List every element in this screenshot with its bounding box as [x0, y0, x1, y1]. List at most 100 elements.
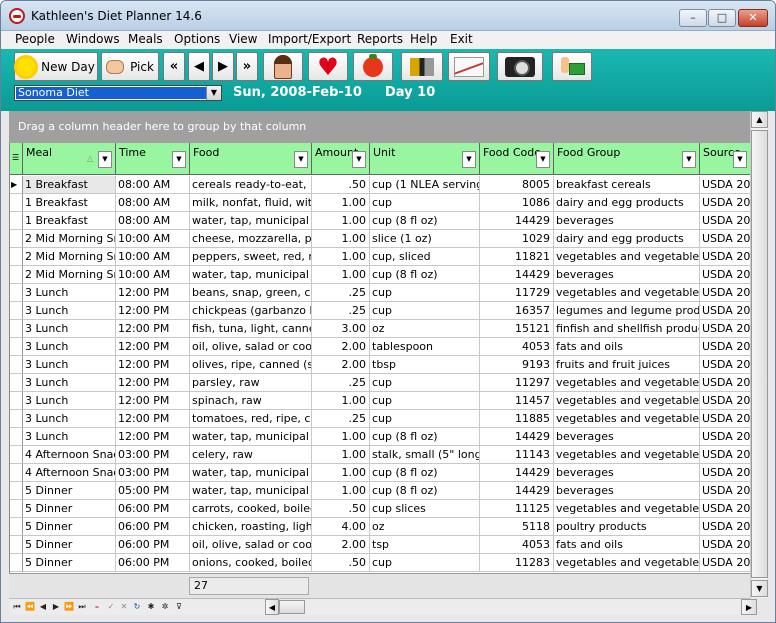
cell-amount[interactable]: 1.00	[312, 212, 370, 230]
cell-food-code[interactable]: 1029	[480, 230, 554, 248]
cell-food[interactable]: chicken, roasting, light m	[190, 518, 312, 536]
cell-time[interactable]: 03:00 PM	[116, 446, 190, 464]
table-row[interactable]: 3 Lunch 12:00 PM parsley, raw .25 cup 11297 ve…	[10, 374, 750, 392]
cell-food-group[interactable]: fruits and fruit juices	[554, 356, 700, 374]
cell-food[interactable]: milk, nonfat, fluid, with ac	[190, 194, 312, 212]
menu-options[interactable]: Options	[174, 32, 220, 46]
cell-food-code[interactable]: 4053	[480, 338, 554, 356]
cell-source[interactable]: USDA 20	[700, 446, 750, 464]
table-row[interactable]: ▶ 1 Breakfast 08:00 AM cereals ready-to-eat…	[10, 176, 750, 194]
table-row[interactable]: 3 Lunch12:00 PMolives, ripe, canned (sma…	[10, 356, 750, 374]
cell-time[interactable]: 12:00 PM	[116, 410, 190, 428]
cell-meal[interactable]: 3 Lunch	[23, 356, 116, 374]
cell-unit[interactable]: cup	[370, 410, 480, 428]
cell-source[interactable]: USDA 20	[700, 266, 750, 284]
cell-food[interactable]: carrots, cooked, boiled, d	[190, 500, 312, 518]
cell-source[interactable]: USDA 20	[700, 554, 750, 572]
cell-meal[interactable]: 5 Dinner	[23, 482, 116, 500]
cell-food-group[interactable]: beverages	[554, 428, 700, 446]
cell-meal[interactable]: 1 Breakfast	[23, 194, 116, 212]
row-indicator[interactable]	[10, 356, 23, 374]
table-row[interactable]: 1 Breakfast 08:00 AM water, tap, municipal…	[10, 212, 750, 230]
cell-food-code[interactable]: 11821	[480, 248, 554, 266]
cell-time[interactable]: 12:00 PM	[116, 392, 190, 410]
column-header-amount[interactable]: Amount ▼	[312, 143, 370, 175]
cell-unit[interactable]: tablespoon	[370, 338, 480, 356]
maximize-button[interactable]: □	[708, 9, 736, 27]
column-header-food-group[interactable]: Food Group ▼	[554, 143, 700, 175]
cell-time[interactable]: 08:00 AM	[116, 212, 190, 230]
cell-amount[interactable]: 1.00	[312, 464, 370, 482]
cell-food[interactable]: cheese, mozzarella, part	[190, 230, 312, 248]
row-indicator[interactable]	[10, 374, 23, 392]
cell-food[interactable]: peppers, sweet, red, raw	[190, 248, 312, 266]
cell-food-group[interactable]: beverages	[554, 212, 700, 230]
cell-source[interactable]: USDA 20	[700, 428, 750, 446]
cell-amount[interactable]: 4.00	[312, 518, 370, 536]
table-row[interactable]: 5 Dinner 06:00 PM oil, olive, salad or coo…	[10, 536, 750, 554]
first-day-button[interactable]: «	[163, 52, 185, 81]
cell-amount[interactable]: .50	[312, 176, 370, 194]
table-row[interactable]: 2 Mid Morning Sna10:00 AMpeppers, sweet,…	[10, 248, 750, 266]
cell-unit[interactable]: cup	[370, 554, 480, 572]
cell-source[interactable]: USDA 20	[700, 374, 750, 392]
cell-food-group[interactable]: vegetables and vegetable prc	[554, 446, 700, 464]
cell-amount[interactable]: .25	[312, 410, 370, 428]
cell-time[interactable]: 06:00 PM	[116, 518, 190, 536]
cell-meal[interactable]: 2 Mid Morning Sna	[23, 266, 116, 284]
scroll-right-icon[interactable]: ▶	[741, 599, 757, 615]
nav-confirm-icon[interactable]: ✓	[105, 600, 117, 614]
scroll-down-icon[interactable]: ▼	[751, 580, 768, 597]
cell-unit[interactable]: cup	[370, 284, 480, 302]
cell-time[interactable]: 05:00 PM	[116, 482, 190, 500]
cell-food[interactable]: oil, olive, salad or cookin	[190, 536, 312, 554]
cell-food-code[interactable]: 1086	[480, 194, 554, 212]
table-row[interactable]: 3 Lunch12:00 PMfish, tuna, light, canned…	[10, 320, 750, 338]
cell-unit[interactable]: tbsp	[370, 356, 480, 374]
cell-food[interactable]: olives, ripe, canned (sma	[190, 356, 312, 374]
cell-source[interactable]: USDA 20	[700, 212, 750, 230]
new-day-button[interactable]: New Day	[14, 52, 98, 81]
cell-amount[interactable]: .50	[312, 554, 370, 572]
cell-meal[interactable]: 3 Lunch	[23, 338, 116, 356]
cell-source[interactable]: USDA 20	[700, 248, 750, 266]
cell-food-group[interactable]: beverages	[554, 266, 700, 284]
cell-meal[interactable]: 3 Lunch	[23, 392, 116, 410]
cell-time[interactable]: 12:00 PM	[116, 284, 190, 302]
minimize-button[interactable]: –	[679, 9, 707, 27]
menu-meals[interactable]: Meals	[128, 32, 163, 46]
menu-view[interactable]: View	[229, 32, 257, 46]
filter-dropdown-icon[interactable]: ▼	[462, 151, 476, 168]
horizontal-scrollbar-thumb[interactable]	[279, 600, 305, 614]
filter-dropdown-icon[interactable]: ▼	[536, 151, 550, 168]
shopping-button[interactable]	[552, 52, 592, 81]
table-row[interactable]: 3 Lunch 12:00 PM spinach, raw 1.00 cup 11457 v…	[10, 392, 750, 410]
cell-food-code[interactable]: 11125	[480, 500, 554, 518]
table-row[interactable]: 5 Dinner 05:00 PM water, tap, municipal 1.0…	[10, 482, 750, 500]
column-header-unit[interactable]: Unit ▼	[370, 143, 480, 175]
nav-next-page-icon[interactable]: ⏩	[63, 600, 75, 614]
cell-time[interactable]: 12:00 PM	[116, 338, 190, 356]
cell-food-group[interactable]: poultry products	[554, 518, 700, 536]
row-indicator[interactable]	[10, 500, 23, 518]
cell-food-group[interactable]: breakfast cereals	[554, 176, 700, 194]
cell-food-code[interactable]: 9193	[480, 356, 554, 374]
cell-source[interactable]: USDA 20	[700, 518, 750, 536]
cell-meal[interactable]: 2 Mid Morning Sna	[23, 248, 116, 266]
cell-food-code[interactable]: 11457	[480, 392, 554, 410]
cell-unit[interactable]: cup (8 fl oz)	[370, 212, 480, 230]
cell-source[interactable]: USDA 20	[700, 410, 750, 428]
cell-meal[interactable]: 4 Afternoon Snack	[23, 464, 116, 482]
cell-food-code[interactable]: 8005	[480, 176, 554, 194]
row-indicator[interactable]	[10, 194, 23, 212]
close-button[interactable]: ✕	[738, 9, 768, 27]
row-indicator[interactable]	[10, 392, 23, 410]
row-indicator[interactable]	[10, 302, 23, 320]
table-row[interactable]: 2 Mid Morning Sna10:00 AMcheese, mozzare…	[10, 230, 750, 248]
nav-first-page-icon[interactable]: ⏮	[11, 600, 23, 614]
cell-time[interactable]: 06:00 PM	[116, 536, 190, 554]
cell-unit[interactable]: cup (8 fl oz)	[370, 464, 480, 482]
table-row[interactable]: 5 Dinner06:00 PMonions, cooked, boiled, …	[10, 554, 750, 572]
cell-food-group[interactable]: vegetables and vegetable prc	[554, 392, 700, 410]
nav-cancel-icon[interactable]: ✕	[118, 600, 130, 614]
